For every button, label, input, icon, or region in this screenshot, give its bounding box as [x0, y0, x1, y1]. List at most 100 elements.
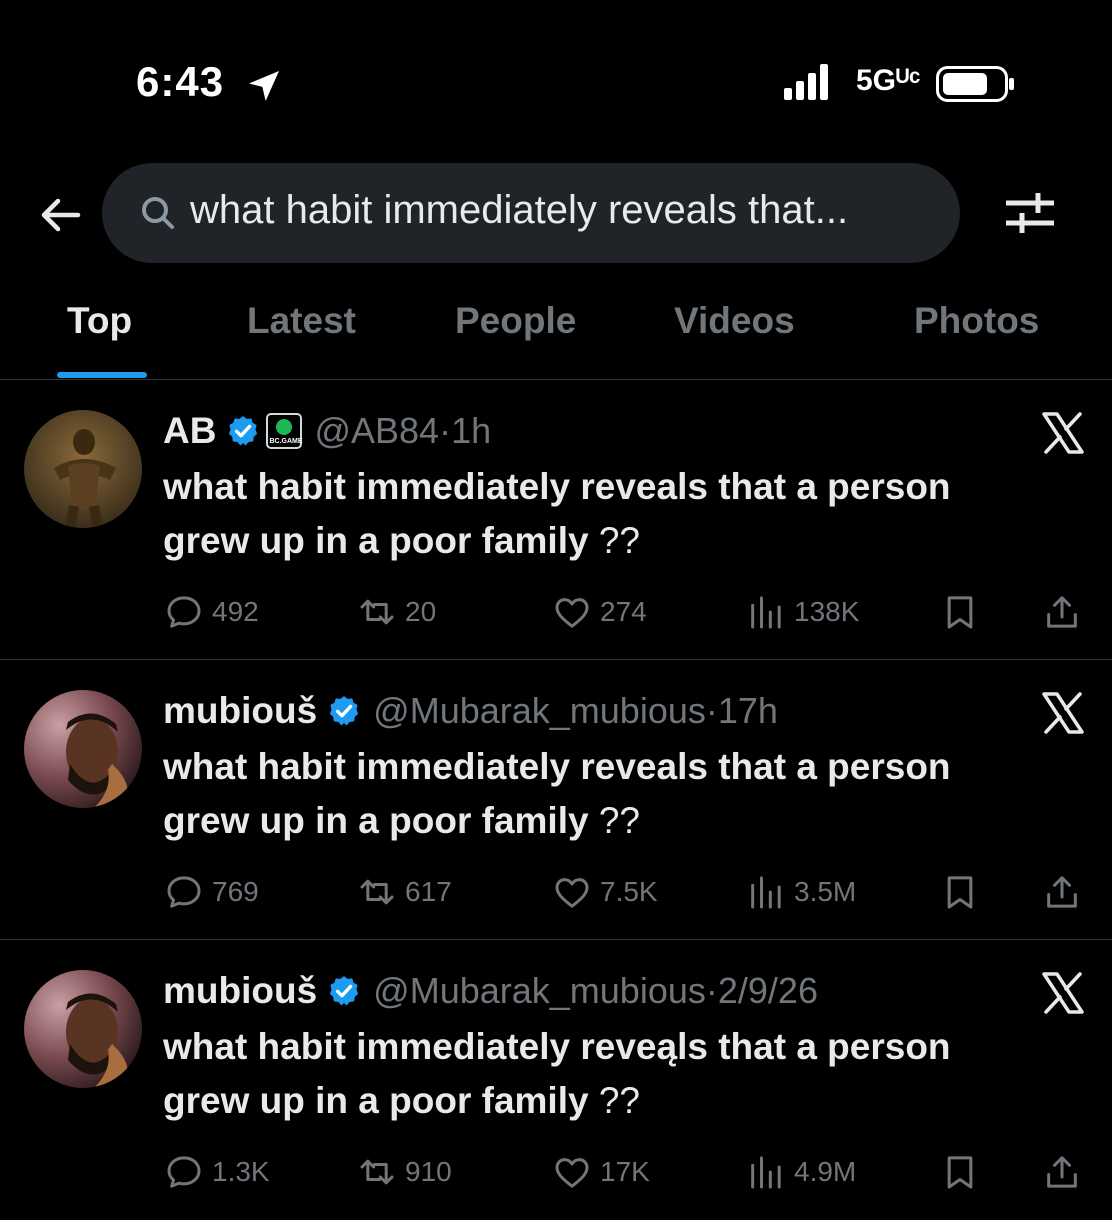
repost-count: 617: [405, 876, 452, 907]
like-count: 274: [600, 596, 647, 627]
tweet-text-line: grew up in a poor family: [163, 800, 589, 841]
reply-icon: [167, 596, 201, 628]
repost-icon: [360, 599, 394, 625]
views-button[interactable]: 3.5M: [746, 872, 856, 912]
bookmark-icon: [947, 876, 973, 909]
verified-badge-icon: [330, 696, 359, 726]
avatar[interactable]: [24, 410, 142, 528]
repost-count: 910: [405, 1156, 452, 1187]
author-name[interactable]: mubiouš: [163, 970, 317, 1012]
views-chart-icon: [751, 596, 781, 629]
cellular-signal-icon: [784, 64, 828, 100]
share-icon: [1047, 1156, 1077, 1188]
views-chart-icon: [751, 876, 781, 909]
author-name[interactable]: AB: [163, 410, 216, 452]
views-count: 138K: [794, 596, 860, 627]
reply-button[interactable]: 769: [164, 872, 259, 912]
reply-button[interactable]: 1.3K: [164, 1152, 270, 1192]
bookmark-button[interactable]: [940, 592, 980, 632]
like-button[interactable]: 17K: [552, 1152, 650, 1192]
tab-latest[interactable]: Latest: [247, 300, 356, 342]
repost-count: 20: [405, 596, 437, 627]
reply-count: 1.3K: [212, 1156, 270, 1187]
views-button[interactable]: 4.9M: [746, 1152, 856, 1192]
tweet-text-suffix: ??: [588, 800, 640, 841]
tab-top[interactable]: Top: [67, 300, 132, 342]
share-button[interactable]: [1042, 1152, 1082, 1192]
affiliate-badge-label: BC.GAME: [269, 438, 303, 445]
bookmark-icon: [947, 1156, 973, 1189]
tab-videos[interactable]: Videos: [674, 300, 795, 342]
x-logo-icon: [1042, 692, 1084, 734]
reply-icon: [167, 876, 201, 908]
like-button[interactable]: 274: [552, 592, 647, 632]
tweet-header: AB BC.GAME @AB84 · 1h: [163, 408, 491, 454]
tweet-header: mubiouš @Mubarak_mubious · 2/9/26: [163, 968, 818, 1014]
status-bar: 6:43 5Gᵁᶜ: [0, 0, 1112, 150]
tweet-actions: 1.3K 910 17K 4.9M: [0, 1148, 1112, 1196]
tweet[interactable]: AB BC.GAME @AB84 · 1h what habit immedia…: [0, 380, 1112, 660]
network-type: 5Gᵁᶜ: [856, 64, 921, 97]
tweet[interactable]: mubiouš @Mubarak_mubious · 2/9/26 what h…: [0, 940, 1112, 1220]
tweet[interactable]: mubiouš @Mubarak_mubious · 17h what habi…: [0, 660, 1112, 940]
tweet-text-line: what habit immediately reveals that a pe…: [163, 746, 951, 787]
tab-people[interactable]: People: [455, 300, 576, 342]
back-arrow-icon[interactable]: [36, 190, 86, 240]
battery-icon: [936, 66, 1014, 102]
like-count: 17K: [600, 1156, 650, 1187]
share-icon: [1047, 876, 1077, 908]
bookmark-icon: [947, 596, 973, 629]
bookmark-button[interactable]: [940, 872, 980, 912]
avatar[interactable]: [24, 690, 142, 808]
tweet-text: what habit immediately reveals that a pe…: [163, 740, 1063, 848]
author-name[interactable]: mubiouš: [163, 690, 317, 732]
tweet-text-suffix: ??: [588, 1080, 640, 1121]
tweet-header: mubiouš @Mubarak_mubious · 17h: [163, 688, 778, 734]
tweet-text: what habit immediately reveąls that a pe…: [163, 1020, 1063, 1128]
x-logo-icon: [1042, 972, 1084, 1014]
repost-button[interactable]: 617: [357, 872, 452, 912]
tweet-text-line: grew up in a poor family: [163, 1080, 589, 1121]
heart-icon: [555, 598, 589, 628]
share-button[interactable]: [1042, 592, 1082, 632]
share-icon: [1047, 596, 1077, 628]
heart-icon: [555, 878, 589, 908]
tweet-timestamp[interactable]: 17h: [718, 690, 778, 732]
tweet-actions: 769 617 7.5K 3.5M: [0, 868, 1112, 916]
filter-settings-icon[interactable]: [1002, 186, 1058, 240]
tweet-text-line: what habit immediately reveals that a pe…: [163, 466, 951, 507]
reply-count: 769: [212, 876, 259, 907]
search-icon: [142, 197, 174, 229]
verified-badge-icon: [229, 416, 258, 446]
separator-dot: ·: [439, 410, 452, 451]
tweet-timestamp[interactable]: 2/9/26: [718, 970, 818, 1012]
avatar[interactable]: [24, 970, 142, 1088]
affiliate-badge-icon[interactable]: BC.GAME: [266, 413, 303, 449]
tweet-text: what habit immediately reveals that a pe…: [163, 460, 1063, 568]
author-handle[interactable]: @Mubarak_mubious: [373, 970, 706, 1012]
repost-icon: [360, 879, 394, 905]
tweet-text-line: what habit immediately reveąls that a pe…: [163, 1026, 951, 1067]
repost-icon: [360, 1159, 394, 1185]
separator-dot: ·: [705, 690, 718, 731]
reply-button[interactable]: 492: [164, 592, 259, 632]
reply-icon: [167, 1156, 201, 1188]
active-tab-indicator: [57, 372, 147, 378]
like-button[interactable]: 7.5K: [552, 872, 658, 912]
tweet-timestamp[interactable]: 1h: [451, 410, 491, 452]
like-count: 7.5K: [600, 876, 658, 907]
tweet-actions: 492 20 274 138K: [0, 588, 1112, 636]
tweet-text-line: grew up in a poor family: [163, 520, 589, 561]
views-count: 4.9M: [794, 1156, 857, 1187]
repost-button[interactable]: 20: [357, 592, 436, 632]
tweet-text-suffix: ??: [588, 520, 640, 561]
search-query[interactable]: what habit immediately reveals that...: [190, 188, 848, 233]
x-logo-icon: [1042, 412, 1084, 454]
author-handle[interactable]: @AB84: [314, 410, 439, 452]
repost-button[interactable]: 910: [357, 1152, 452, 1192]
tab-photos[interactable]: Photos: [914, 300, 1039, 342]
views-button[interactable]: 138K: [746, 592, 859, 632]
bookmark-button[interactable]: [940, 1152, 980, 1192]
author-handle[interactable]: @Mubarak_mubious: [373, 690, 706, 732]
share-button[interactable]: [1042, 872, 1082, 912]
